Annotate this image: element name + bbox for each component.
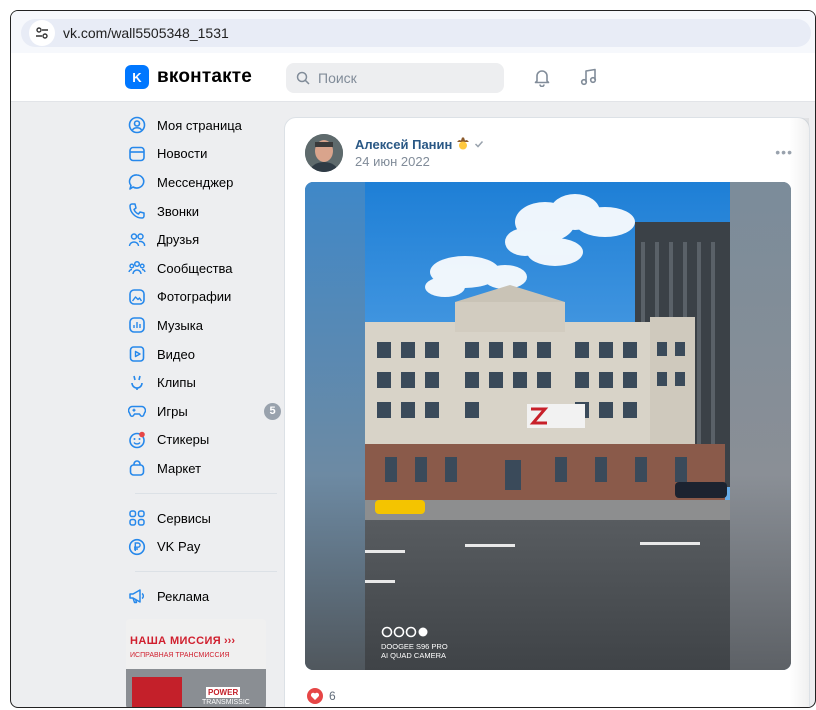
post-date[interactable]: 24 июн 2022 [355, 154, 430, 169]
sidebar-item-stickers[interactable]: Стикеры [123, 426, 283, 455]
sidebar-item-music[interactable]: Музыка [123, 311, 283, 340]
author-name-text: Алексей Панин [355, 137, 453, 152]
megaphone-icon [127, 586, 147, 606]
sidebar-item-label: Сообщества [157, 260, 233, 276]
sidebar-item-video[interactable]: Видео [123, 340, 283, 369]
sidebar-item-label: Фотографии [157, 289, 232, 305]
search-icon [296, 71, 310, 85]
search-input[interactable] [316, 69, 490, 87]
sidebar-item-news[interactable]: Новости [123, 140, 283, 169]
sidebar-item-my-page[interactable]: Моя страница [123, 111, 283, 140]
cowboy-emoji-icon [456, 136, 470, 153]
building-photo: DOOGEE S96 PRO AI QUAD CAMERA [305, 182, 791, 670]
phone-icon [127, 201, 147, 221]
sidebar-divider [135, 492, 277, 494]
communities-icon [127, 258, 147, 278]
verified-check-icon [474, 137, 484, 152]
user-circle-icon [127, 115, 147, 135]
ad-chevrons-icon: ››› [224, 635, 235, 647]
sidebar-item-messenger[interactable]: Мессенджер [123, 168, 283, 197]
address-bar: vk.com/wall5505348_1531 [11, 11, 815, 53]
left-sidebar: Моя страница Новости Мессенджер Звонки Д… [123, 111, 283, 611]
sidebar-divider [135, 570, 277, 572]
vk-header: K вконтакте [11, 53, 815, 102]
camera-watermark-line1: DOOGEE S96 PRO [381, 642, 448, 651]
author-avatar[interactable] [305, 134, 343, 172]
sidebar-item-market[interactable]: Маркет [123, 454, 283, 483]
heart-icon [307, 688, 323, 704]
bag-icon [127, 458, 147, 478]
friends-icon [127, 230, 147, 250]
pay-icon [127, 537, 147, 557]
photo-icon [127, 287, 147, 307]
sidebar-item-label: Реклама [157, 588, 210, 604]
post-photo[interactable]: DOOGEE S96 PRO AI QUAD CAMERA [305, 182, 791, 670]
sidebar-item-label: Клипы [157, 375, 196, 391]
vk-logo-icon: K [125, 65, 149, 89]
sidebar-item-label: Новости [157, 146, 208, 162]
sidebar-item-label: Маркет [157, 460, 202, 476]
sidebar-item-label: Видео [157, 346, 195, 362]
sidebar-item-vk-pay[interactable]: VK Pay [123, 532, 283, 561]
sidebar-item-label: Моя страница [157, 117, 242, 133]
sidebar-item-label: VK Pay [157, 539, 201, 555]
sidebar-item-communities[interactable]: Сообщества [123, 254, 283, 283]
clips-icon [127, 373, 147, 393]
gamepad-icon [127, 401, 147, 421]
browser-window: vk.com/wall5505348_1531 K вконтакте Моя … [10, 10, 816, 708]
sidebar-item-label: Друзья [157, 232, 200, 248]
vk-logo[interactable]: K вконтакте [125, 65, 252, 89]
sidebar-ad-banner[interactable]: НАША МИССИЯ ››› ИСПРАВНАЯ ТРАНСМИССИЯ PO… [126, 619, 266, 707]
games-count-badge: 5 [264, 402, 281, 420]
sidebar-item-games[interactable]: Игры 5 [123, 397, 283, 426]
camera-watermark-line2: AI QUAD CAMERA [381, 651, 446, 660]
sidebar-item-photos[interactable]: Фотографии [123, 283, 283, 312]
vk-logo-text: вконтакте [157, 66, 253, 87]
ad-headline: НАША МИССИЯ [130, 635, 222, 647]
sidebar-item-label: Музыка [157, 317, 203, 333]
like-count: 6 [329, 689, 336, 703]
bell-icon[interactable] [532, 67, 552, 87]
site-settings-icon[interactable] [29, 20, 55, 46]
sidebar-item-ads[interactable]: Реклама [123, 582, 283, 611]
sidebar-item-label: Сервисы [157, 510, 211, 526]
omnibox[interactable]: vk.com/wall5505348_1531 [21, 19, 811, 47]
music-icon [127, 315, 147, 335]
sidebar-item-services[interactable]: Сервисы [123, 504, 283, 533]
ad-photo-block [132, 677, 182, 707]
sidebar-item-label: Мессенджер [157, 174, 234, 190]
search-box[interactable] [286, 63, 504, 93]
ad-brand-transmission: TRANSMISSIC [202, 699, 250, 706]
sidebar-item-calls[interactable]: Звонки [123, 197, 283, 226]
ad-brand-power: POWER [206, 687, 241, 698]
sidebar-item-label: Звонки [157, 203, 199, 219]
wall-post: Алексей Панин 24 июн 2022 ••• DOOGEE S96… [284, 117, 810, 707]
url-text: vk.com/wall5505348_1531 [63, 25, 229, 41]
music-note-icon[interactable] [579, 67, 599, 87]
news-icon [127, 144, 147, 164]
video-icon [127, 344, 147, 364]
ad-subline: ИСПРАВНАЯ ТРАНСМИССИЯ [130, 652, 230, 659]
message-icon [127, 172, 147, 192]
like-button[interactable]: 6 [307, 688, 336, 704]
sticker-icon [127, 430, 147, 450]
sidebar-item-label: Игры [157, 403, 188, 419]
services-icon [127, 508, 147, 528]
sidebar-item-clips[interactable]: Клипы [123, 368, 283, 397]
author-name[interactable]: Алексей Панин [355, 136, 484, 153]
scroll-edge-shadow [789, 118, 809, 707]
sidebar-item-friends[interactable]: Друзья [123, 225, 283, 254]
sidebar-item-label: Стикеры [157, 432, 210, 448]
